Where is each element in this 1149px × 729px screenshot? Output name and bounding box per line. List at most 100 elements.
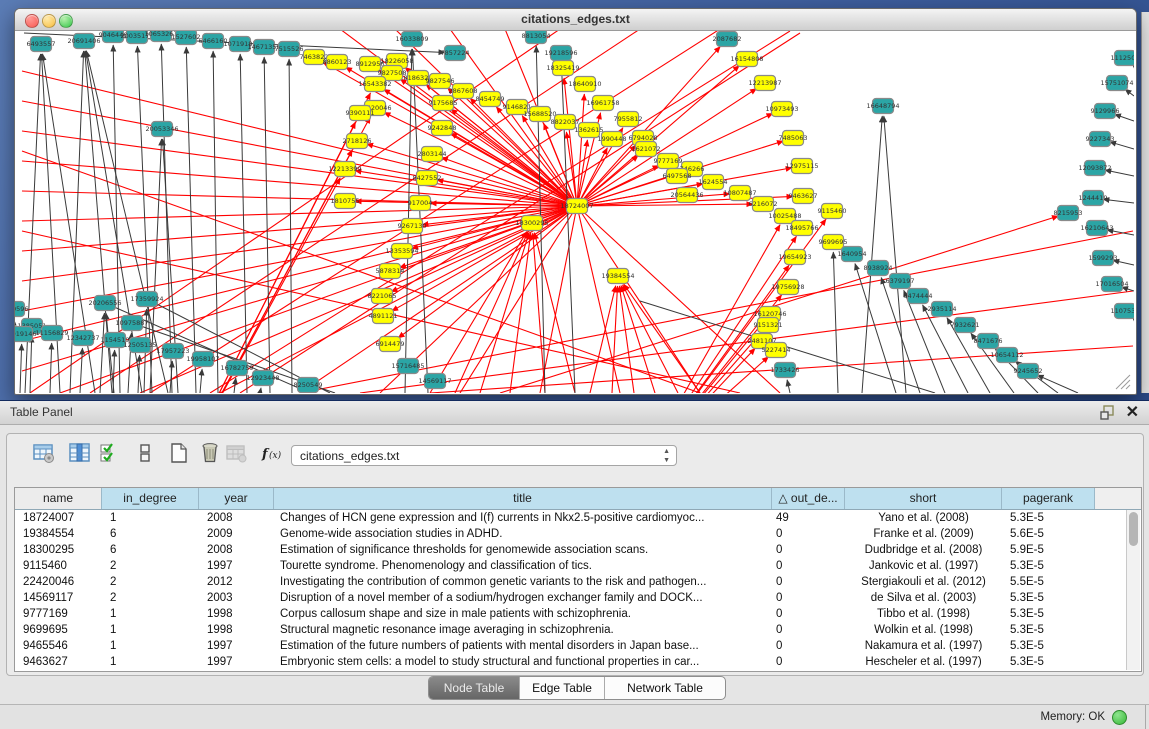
graph-edge[interactable]: [264, 57, 270, 393]
graph-edge[interactable]: [590, 286, 616, 393]
graph-node[interactable]: 9115460: [818, 204, 847, 219]
table-row[interactable]: 1830029562008Estimation of significance …: [15, 542, 1141, 558]
graph-node[interactable]: 9175685: [429, 96, 458, 111]
cell-pagerank[interactable]: 5.3E-5: [1002, 638, 1095, 654]
graph-edge[interactable]: [399, 206, 577, 268]
graph-edge[interactable]: [80, 348, 82, 393]
graph-node[interactable]: 7485063: [779, 131, 808, 146]
graph-edge[interactable]: [240, 54, 247, 393]
cell-in_degree[interactable]: 6: [102, 542, 199, 558]
cell-out_degree[interactable]: 49: [772, 510, 845, 526]
cell-year[interactable]: 1997: [199, 654, 274, 670]
create-column-icon[interactable]: [167, 442, 191, 468]
graph-node[interactable]: 7955812: [614, 112, 643, 127]
cell-name[interactable]: 9465546: [15, 638, 102, 654]
cell-short[interactable]: Franke et al. (2009): [845, 526, 1002, 542]
graph-node[interactable]: 16210643: [1080, 221, 1113, 236]
cell-name[interactable]: 9115460: [15, 558, 102, 574]
graph-node[interactable]: 8471676: [974, 334, 1003, 349]
graph-edge[interactable]: [577, 206, 780, 393]
graph-edge[interactable]: [260, 388, 261, 393]
graph-node[interactable]: 1527602: [172, 31, 201, 45]
cell-in_degree[interactable]: 2: [102, 558, 199, 574]
cell-out_degree[interactable]: 0: [772, 558, 845, 574]
column-header-title[interactable]: title: [274, 488, 772, 509]
graph-node[interactable]: 18640910: [568, 77, 601, 92]
cell-pagerank[interactable]: 5.3E-5: [1002, 510, 1095, 526]
graph-node[interactable]: 5227414: [762, 343, 791, 358]
cell-pagerank[interactable]: 5.3E-5: [1002, 622, 1095, 638]
graph-node[interactable]: 1733426: [771, 363, 800, 378]
graph-node[interactable]: 2935114: [928, 302, 957, 317]
scrollbar-thumb[interactable]: [1129, 512, 1138, 546]
cell-year[interactable]: 1997: [199, 558, 274, 574]
graph-node[interactable]: 8938924: [864, 261, 893, 276]
network-canvas[interactable]: 6493557206914069046446200351711065326715…: [15, 31, 1134, 393]
graph-node[interactable]: 9242848: [428, 121, 457, 136]
zoom-window-icon[interactable]: [59, 14, 73, 28]
graph-node[interactable]: 9777169: [654, 154, 683, 169]
cell-short[interactable]: Dudbridge et al. (2008): [845, 542, 1002, 558]
cell-short[interactable]: Tibbo et al. (1998): [845, 606, 1002, 622]
graph-node[interactable]: 1640954: [838, 247, 867, 262]
cell-in_degree[interactable]: 1: [102, 654, 199, 670]
graph-edge[interactable]: [100, 313, 104, 393]
graph-node[interactable]: 1810755: [331, 194, 360, 209]
cell-short[interactable]: Nakamura et al. (1997): [845, 638, 1002, 654]
column-header-out_degree[interactable]: △ out_de...: [772, 488, 845, 509]
show-columns-icon[interactable]: [68, 442, 92, 468]
table-mode-icon[interactable]: [32, 442, 56, 468]
cell-name[interactable]: 9777169: [15, 606, 102, 622]
cell-in_degree[interactable]: 2: [102, 590, 199, 606]
graph-node[interactable]: 12213987: [748, 76, 781, 91]
graph-node[interactable]: 20691406: [67, 34, 100, 49]
cell-name[interactable]: 22420046: [15, 574, 102, 590]
graph-node[interactable]: 1112507: [1111, 51, 1134, 66]
graph-edge[interactable]: [833, 252, 838, 393]
graph-node[interactable]: 1244419: [1079, 191, 1108, 206]
graph-edge[interactable]: [1114, 114, 1134, 121]
graph-node[interactable]: 6914479: [376, 337, 405, 352]
cell-in_degree[interactable]: 1: [102, 606, 199, 622]
select-all-icon[interactable]: [98, 442, 122, 468]
graph-edge[interactable]: [460, 206, 577, 393]
graph-node[interactable]: 9390111: [346, 106, 375, 121]
cell-out_degree[interactable]: 0: [772, 638, 845, 654]
cell-title[interactable]: Changes of HCN gene expression and I(f) …: [274, 510, 772, 526]
graph-node[interactable]: 19384554: [601, 269, 634, 284]
cell-name[interactable]: 19384554: [15, 526, 102, 542]
cell-out_degree[interactable]: 0: [772, 526, 845, 542]
graph-edge[interactable]: [161, 44, 172, 393]
graph-edge[interactable]: [50, 343, 52, 393]
graph-node[interactable]: 8813054: [522, 31, 551, 44]
cell-name[interactable]: 14569117: [15, 590, 102, 606]
cell-title[interactable]: Genome-wide association studies in ADHD.: [274, 526, 772, 542]
cell-year[interactable]: 1997: [199, 638, 274, 654]
cell-in_degree[interactable]: 6: [102, 526, 199, 542]
table-row[interactable]: 969969511998Structural magnetic resonanc…: [15, 622, 1141, 638]
cell-pagerank[interactable]: 5.3E-5: [1002, 558, 1095, 574]
graph-node[interactable]: 10654112: [990, 348, 1023, 363]
table-row[interactable]: 946362711997Embryonic stem cells: a mode…: [15, 654, 1141, 670]
graph-edge[interactable]: [510, 233, 531, 393]
window-titlebar[interactable]: citations_edges.txt: [15, 9, 1136, 31]
cell-out_degree[interactable]: 0: [772, 622, 845, 638]
cell-name[interactable]: 18300295: [15, 542, 102, 558]
cell-year[interactable]: 2003: [199, 590, 274, 606]
graph-edge[interactable]: [1037, 375, 1078, 393]
graph-node[interactable]: 1107533: [1111, 304, 1134, 319]
cell-out_degree[interactable]: 0: [772, 574, 845, 590]
cell-pagerank[interactable]: 5.3E-5: [1002, 590, 1095, 606]
graph-edge[interactable]: [200, 369, 202, 393]
graph-node[interactable]: 16961758: [586, 96, 619, 111]
cell-year[interactable]: 2008: [199, 542, 274, 558]
cell-short[interactable]: Hescheler et al. (1997): [845, 654, 1002, 670]
resize-grip-icon[interactable]: [1126, 385, 1130, 389]
cell-in_degree[interactable]: 1: [102, 638, 199, 654]
table-vertical-scrollbar[interactable]: [1126, 510, 1140, 670]
graph-edge[interactable]: [455, 232, 528, 393]
cell-out_degree[interactable]: 0: [772, 606, 845, 622]
cell-name[interactable]: 18724007: [15, 510, 102, 526]
cell-title[interactable]: Estimation of significance thresholds fo…: [274, 542, 772, 558]
graph-edge[interactable]: [640, 322, 764, 393]
